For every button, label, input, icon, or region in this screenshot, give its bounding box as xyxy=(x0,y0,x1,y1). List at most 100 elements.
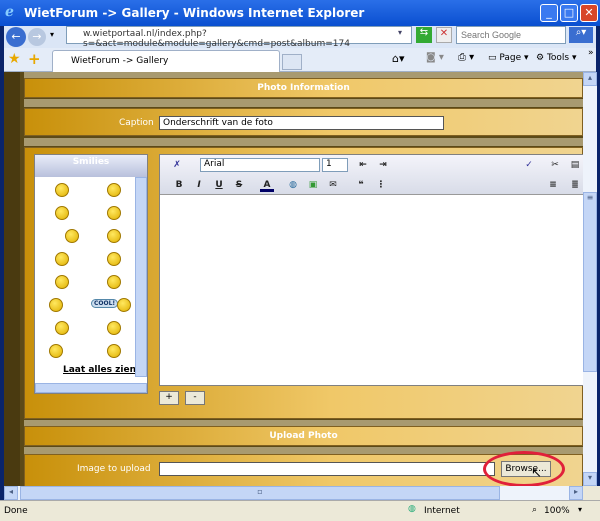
window-title: WietForum -> Gallery - Windows Internet … xyxy=(24,6,365,20)
tools-menu-label: Tools xyxy=(546,53,570,63)
insert-email-icon[interactable]: ✉ xyxy=(326,178,340,192)
forward-button[interactable]: → xyxy=(28,28,46,46)
italic-button[interactable]: I xyxy=(192,178,206,192)
address-bar[interactable]: w.wietportaal.nl/index.php?s=&act=module… xyxy=(66,26,412,49)
refresh-button[interactable]: ⇆ xyxy=(416,27,432,43)
page-content: Photo Information Caption Smilies COOL! … xyxy=(4,72,583,486)
print-icon[interactable]: ⎙ ▾ xyxy=(458,52,474,63)
globe-icon: ◍ xyxy=(408,504,416,514)
insert-image-icon[interactable]: ▣ xyxy=(306,178,320,192)
image-to-upload-label: Image to upload xyxy=(77,464,151,474)
vertical-scrollbar[interactable]: ▴ ≡ ▾ xyxy=(583,72,597,486)
smiley-icon[interactable] xyxy=(107,252,121,266)
upload-row: Image to upload Browse... ↖ xyxy=(24,451,583,486)
divider xyxy=(24,447,583,454)
stop-button[interactable]: ✕ xyxy=(436,27,452,43)
show-all-smilies-link[interactable]: Laat alles zien xyxy=(63,365,136,375)
cut-icon[interactable]: ✂ xyxy=(548,158,562,172)
status-bar: Done ◍ Internet ⌕ 100% ▾ xyxy=(0,500,600,521)
divider xyxy=(24,99,583,107)
smiley-icon[interactable] xyxy=(107,344,121,358)
history-dropdown-icon[interactable]: ▾ xyxy=(50,30,54,39)
status-text: Done xyxy=(4,506,28,516)
home-icon[interactable]: ⌂▾ xyxy=(392,52,405,65)
page-menu[interactable]: ▭ Page ▾ xyxy=(488,53,529,63)
editor-text-area[interactable] xyxy=(160,196,583,384)
font-color-button[interactable]: A xyxy=(260,178,274,192)
security-zone: Internet xyxy=(424,506,460,516)
editor-row: Smilies COOL! Laat alles zien ✗ Arial 1 … xyxy=(24,147,583,419)
smiley-icon[interactable] xyxy=(107,183,121,197)
strikethrough-button[interactable]: S xyxy=(232,178,246,192)
smiley-icon[interactable] xyxy=(55,321,69,335)
smilies-title: Smilies xyxy=(35,155,147,177)
smiley-icon[interactable] xyxy=(107,206,121,220)
smiley-icon[interactable] xyxy=(55,275,69,289)
photo-info-header: Photo Information xyxy=(24,78,583,98)
feeds-icon[interactable]: ◙ ▾ xyxy=(426,52,444,63)
smiley-icon[interactable] xyxy=(107,321,121,335)
upload-photo-header: Upload Photo xyxy=(24,426,583,446)
bold-button[interactable]: B xyxy=(172,178,186,192)
tab-label: WietForum -> Gallery xyxy=(71,56,169,66)
spellcheck-icon[interactable]: ✓ xyxy=(522,158,536,172)
smiley-icon[interactable] xyxy=(55,183,69,197)
more-tools-chevron[interactable]: » xyxy=(588,48,594,58)
smiley-icon[interactable] xyxy=(49,298,63,312)
scroll-corner xyxy=(583,486,600,500)
underline-button[interactable]: U xyxy=(212,178,226,192)
caption-input[interactable] xyxy=(159,116,444,130)
rich-text-editor: ✗ Arial 1 ⇤ ⇥ ✓ ✂ ▤ B I U S A ◍ ▣ ✉ ❝ ⋮ … xyxy=(159,154,583,386)
tools-menu[interactable]: ⚙ Tools ▾ xyxy=(536,53,577,63)
justify-icon[interactable]: ≣ xyxy=(568,178,582,192)
address-dropdown-icon[interactable]: ▾ xyxy=(398,28,402,37)
highlight-circle xyxy=(483,451,565,486)
title-bar: ℯ WietForum -> Gallery - Windows Interne… xyxy=(0,0,600,26)
favorites-star-icon[interactable]: ★ xyxy=(8,51,21,67)
cool-smiley-label[interactable]: COOL! xyxy=(91,299,119,308)
enlarge-editor-button[interactable]: + xyxy=(159,391,179,405)
page-menu-label: Page xyxy=(499,53,522,63)
smiley-icon[interactable] xyxy=(107,275,121,289)
align-left-icon[interactable]: ≡ xyxy=(546,178,560,192)
image-file-input[interactable] xyxy=(159,462,495,476)
left-border xyxy=(4,72,20,486)
shrink-editor-button[interactable]: - xyxy=(185,391,205,405)
paste-icon[interactable]: ▤ xyxy=(568,158,582,172)
font-select[interactable]: Arial xyxy=(200,158,320,172)
smilies-panel: Smilies COOL! Laat alles zien xyxy=(34,154,148,394)
close-button[interactable]: ✕ xyxy=(580,4,598,22)
caption-row: Caption xyxy=(24,108,583,136)
indent-icon[interactable]: ⇥ xyxy=(376,158,390,172)
smilies-horizontal-scrollbar[interactable] xyxy=(35,383,147,393)
smiley-icon[interactable] xyxy=(55,206,69,220)
divider xyxy=(24,138,583,146)
smiley-icon[interactable] xyxy=(117,298,131,312)
insert-link-icon[interactable]: ◍ xyxy=(286,178,300,192)
new-tab-button[interactable] xyxy=(282,54,302,70)
remove-format-icon[interactable]: ✗ xyxy=(170,158,184,172)
outdent-icon[interactable]: ⇤ xyxy=(356,158,370,172)
zoom-icon: ⌕ xyxy=(532,505,538,515)
back-button[interactable]: ← xyxy=(6,27,26,47)
ie-logo-icon: ℯ xyxy=(5,4,14,20)
smiley-icon[interactable] xyxy=(55,252,69,266)
quote-icon[interactable]: ❝ xyxy=(354,178,368,192)
smiley-icon[interactable] xyxy=(65,229,79,243)
code-icon[interactable]: ⋮ xyxy=(374,178,388,192)
smiley-icon[interactable] xyxy=(49,344,63,358)
add-favorites-icon[interactable]: + xyxy=(28,50,41,68)
tab-wietforum-gallery[interactable]: WietForum -> Gallery xyxy=(52,50,280,72)
size-select[interactable]: 1 xyxy=(322,158,348,172)
maximize-button[interactable]: □ xyxy=(560,4,578,22)
search-input[interactable] xyxy=(456,26,566,44)
smiley-icon[interactable] xyxy=(107,229,121,243)
zoom-level[interactable]: 100% xyxy=(544,506,570,516)
editor-toolbar: ✗ Arial 1 ⇤ ⇥ ✓ ✂ ▤ B I U S A ◍ ▣ ✉ ❝ ⋮ … xyxy=(160,155,583,195)
horizontal-scrollbar[interactable]: ◂ ▫ ▸ xyxy=(4,486,583,500)
zoom-dropdown-icon[interactable]: ▾ xyxy=(578,505,582,514)
smilies-vertical-scrollbar[interactable] xyxy=(135,177,147,377)
minimize-button[interactable]: _ xyxy=(540,4,558,22)
search-button[interactable]: ⌕▾ xyxy=(569,27,593,43)
mouse-cursor-icon: ↖ xyxy=(531,466,542,481)
